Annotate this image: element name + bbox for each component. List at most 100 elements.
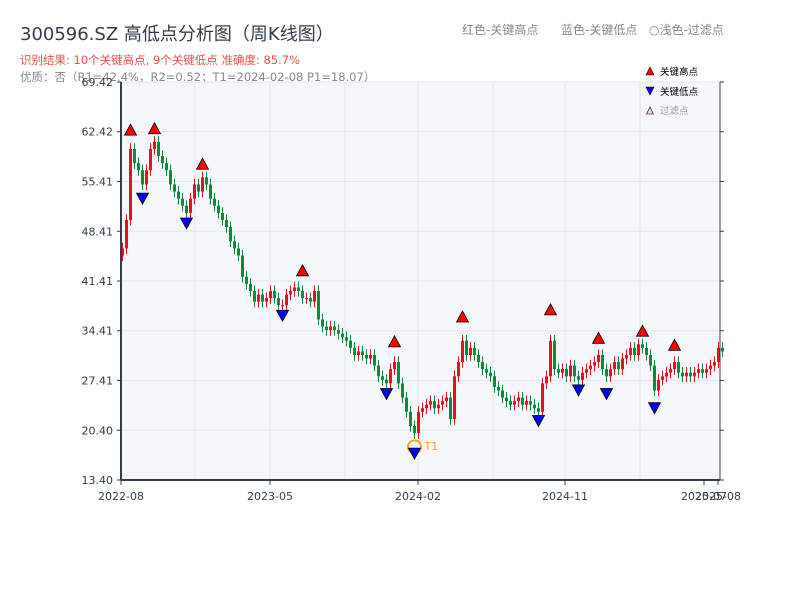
x-tick-label: 2025-08 (695, 490, 741, 503)
candle-body (317, 291, 320, 320)
candle-body (513, 401, 516, 405)
candle-body (533, 404, 536, 409)
y-tick-label: 27.41 (82, 374, 114, 387)
x-tick-label: 2022-08 (98, 490, 144, 503)
candle-body (641, 344, 644, 348)
candle-body (357, 351, 360, 355)
candle-body (441, 401, 444, 405)
candle-body (249, 283, 252, 292)
candle-body (189, 198, 192, 213)
candle-body (165, 163, 168, 171)
candle-body (601, 354, 604, 370)
candle-body (289, 291, 292, 295)
candle-body (325, 326, 328, 331)
y-tick-label: 20.40 (82, 424, 114, 437)
candle-body (349, 340, 352, 348)
y-tick-label: 13.40 (82, 474, 114, 487)
candlestick-chart: 69.42 62.42 55.41 48.41 41.41 34.41 27.41 20.40… (82, 66, 741, 503)
candle (721, 342, 724, 358)
y-tick-label: 55.41 (82, 176, 114, 189)
candle-body (213, 198, 216, 206)
candle-body (301, 291, 304, 299)
candle-body (137, 163, 140, 171)
candle-body (529, 401, 532, 405)
x-tick-label: 2024-02 (395, 490, 441, 503)
x-tick-label: 2023-05 (247, 490, 293, 503)
candle-body (573, 365, 576, 377)
candle (553, 335, 556, 375)
candle-body (701, 369, 704, 373)
candle-body (245, 276, 248, 284)
y-tick-label: 62.42 (82, 126, 114, 139)
candle-body (689, 372, 692, 377)
candle-body (273, 291, 276, 299)
candle-body (629, 347, 632, 355)
candle-body (617, 362, 620, 370)
candle-body (429, 401, 432, 405)
candle-body (313, 291, 316, 302)
candle-body (209, 184, 212, 199)
candle-body (645, 347, 648, 355)
candle-body (169, 170, 172, 185)
candle-body (653, 365, 656, 391)
x-tick-label: 2024-11 (542, 490, 588, 503)
candle-body (457, 362, 460, 377)
candle-body (549, 340, 552, 377)
candle-body (509, 401, 512, 405)
candle-body (625, 354, 628, 359)
candle-body (721, 347, 724, 352)
candle-body (649, 354, 652, 366)
candle-body (197, 184, 200, 192)
candle-body (521, 397, 524, 405)
candle-body (437, 404, 440, 409)
candle-body (581, 372, 584, 380)
candle-body (129, 148, 132, 220)
candle-body (185, 205, 188, 213)
candle-body (597, 354, 600, 363)
candle-body (657, 379, 660, 391)
candle-body (453, 376, 456, 419)
candle-body (345, 337, 348, 341)
candle-body (341, 333, 344, 338)
candle-body (269, 291, 272, 299)
candle-body (565, 369, 568, 377)
candle-body (461, 340, 464, 363)
legend-high-label: 关键高点 (660, 66, 699, 78)
candle-body (481, 362, 484, 370)
candle-body (125, 219, 128, 249)
candle (317, 285, 320, 326)
candle-body (545, 376, 548, 384)
candle-body (321, 319, 324, 327)
candle-body (585, 369, 588, 373)
y-tick-label: 69.42 (82, 76, 114, 89)
candle-body (377, 365, 380, 377)
candle-body (449, 397, 452, 419)
candle-body (637, 344, 640, 355)
candle-body (589, 365, 592, 370)
candle-body (433, 401, 436, 409)
candle-body (713, 362, 716, 366)
candle (549, 335, 552, 382)
candle-body (421, 408, 424, 412)
candle-body (401, 383, 404, 398)
candle-body (265, 298, 268, 302)
candle-body (425, 404, 428, 409)
candle-body (417, 411, 420, 434)
candle-body (365, 354, 368, 359)
candle-body (161, 156, 164, 164)
candle-body (233, 241, 236, 249)
candle-body (141, 170, 144, 185)
t1-label: T1 (424, 440, 439, 453)
candle-body (405, 397, 408, 412)
candle-body (661, 376, 664, 380)
candle-body (677, 362, 680, 373)
candle-body (605, 369, 608, 377)
candle-body (177, 191, 180, 199)
candle-body (697, 369, 700, 373)
candle-body (217, 205, 220, 213)
candle-body (469, 347, 472, 355)
y-tick-label: 34.41 (82, 325, 114, 338)
candle-body (485, 369, 488, 373)
candle-body (329, 326, 332, 331)
candle-body (257, 294, 260, 302)
